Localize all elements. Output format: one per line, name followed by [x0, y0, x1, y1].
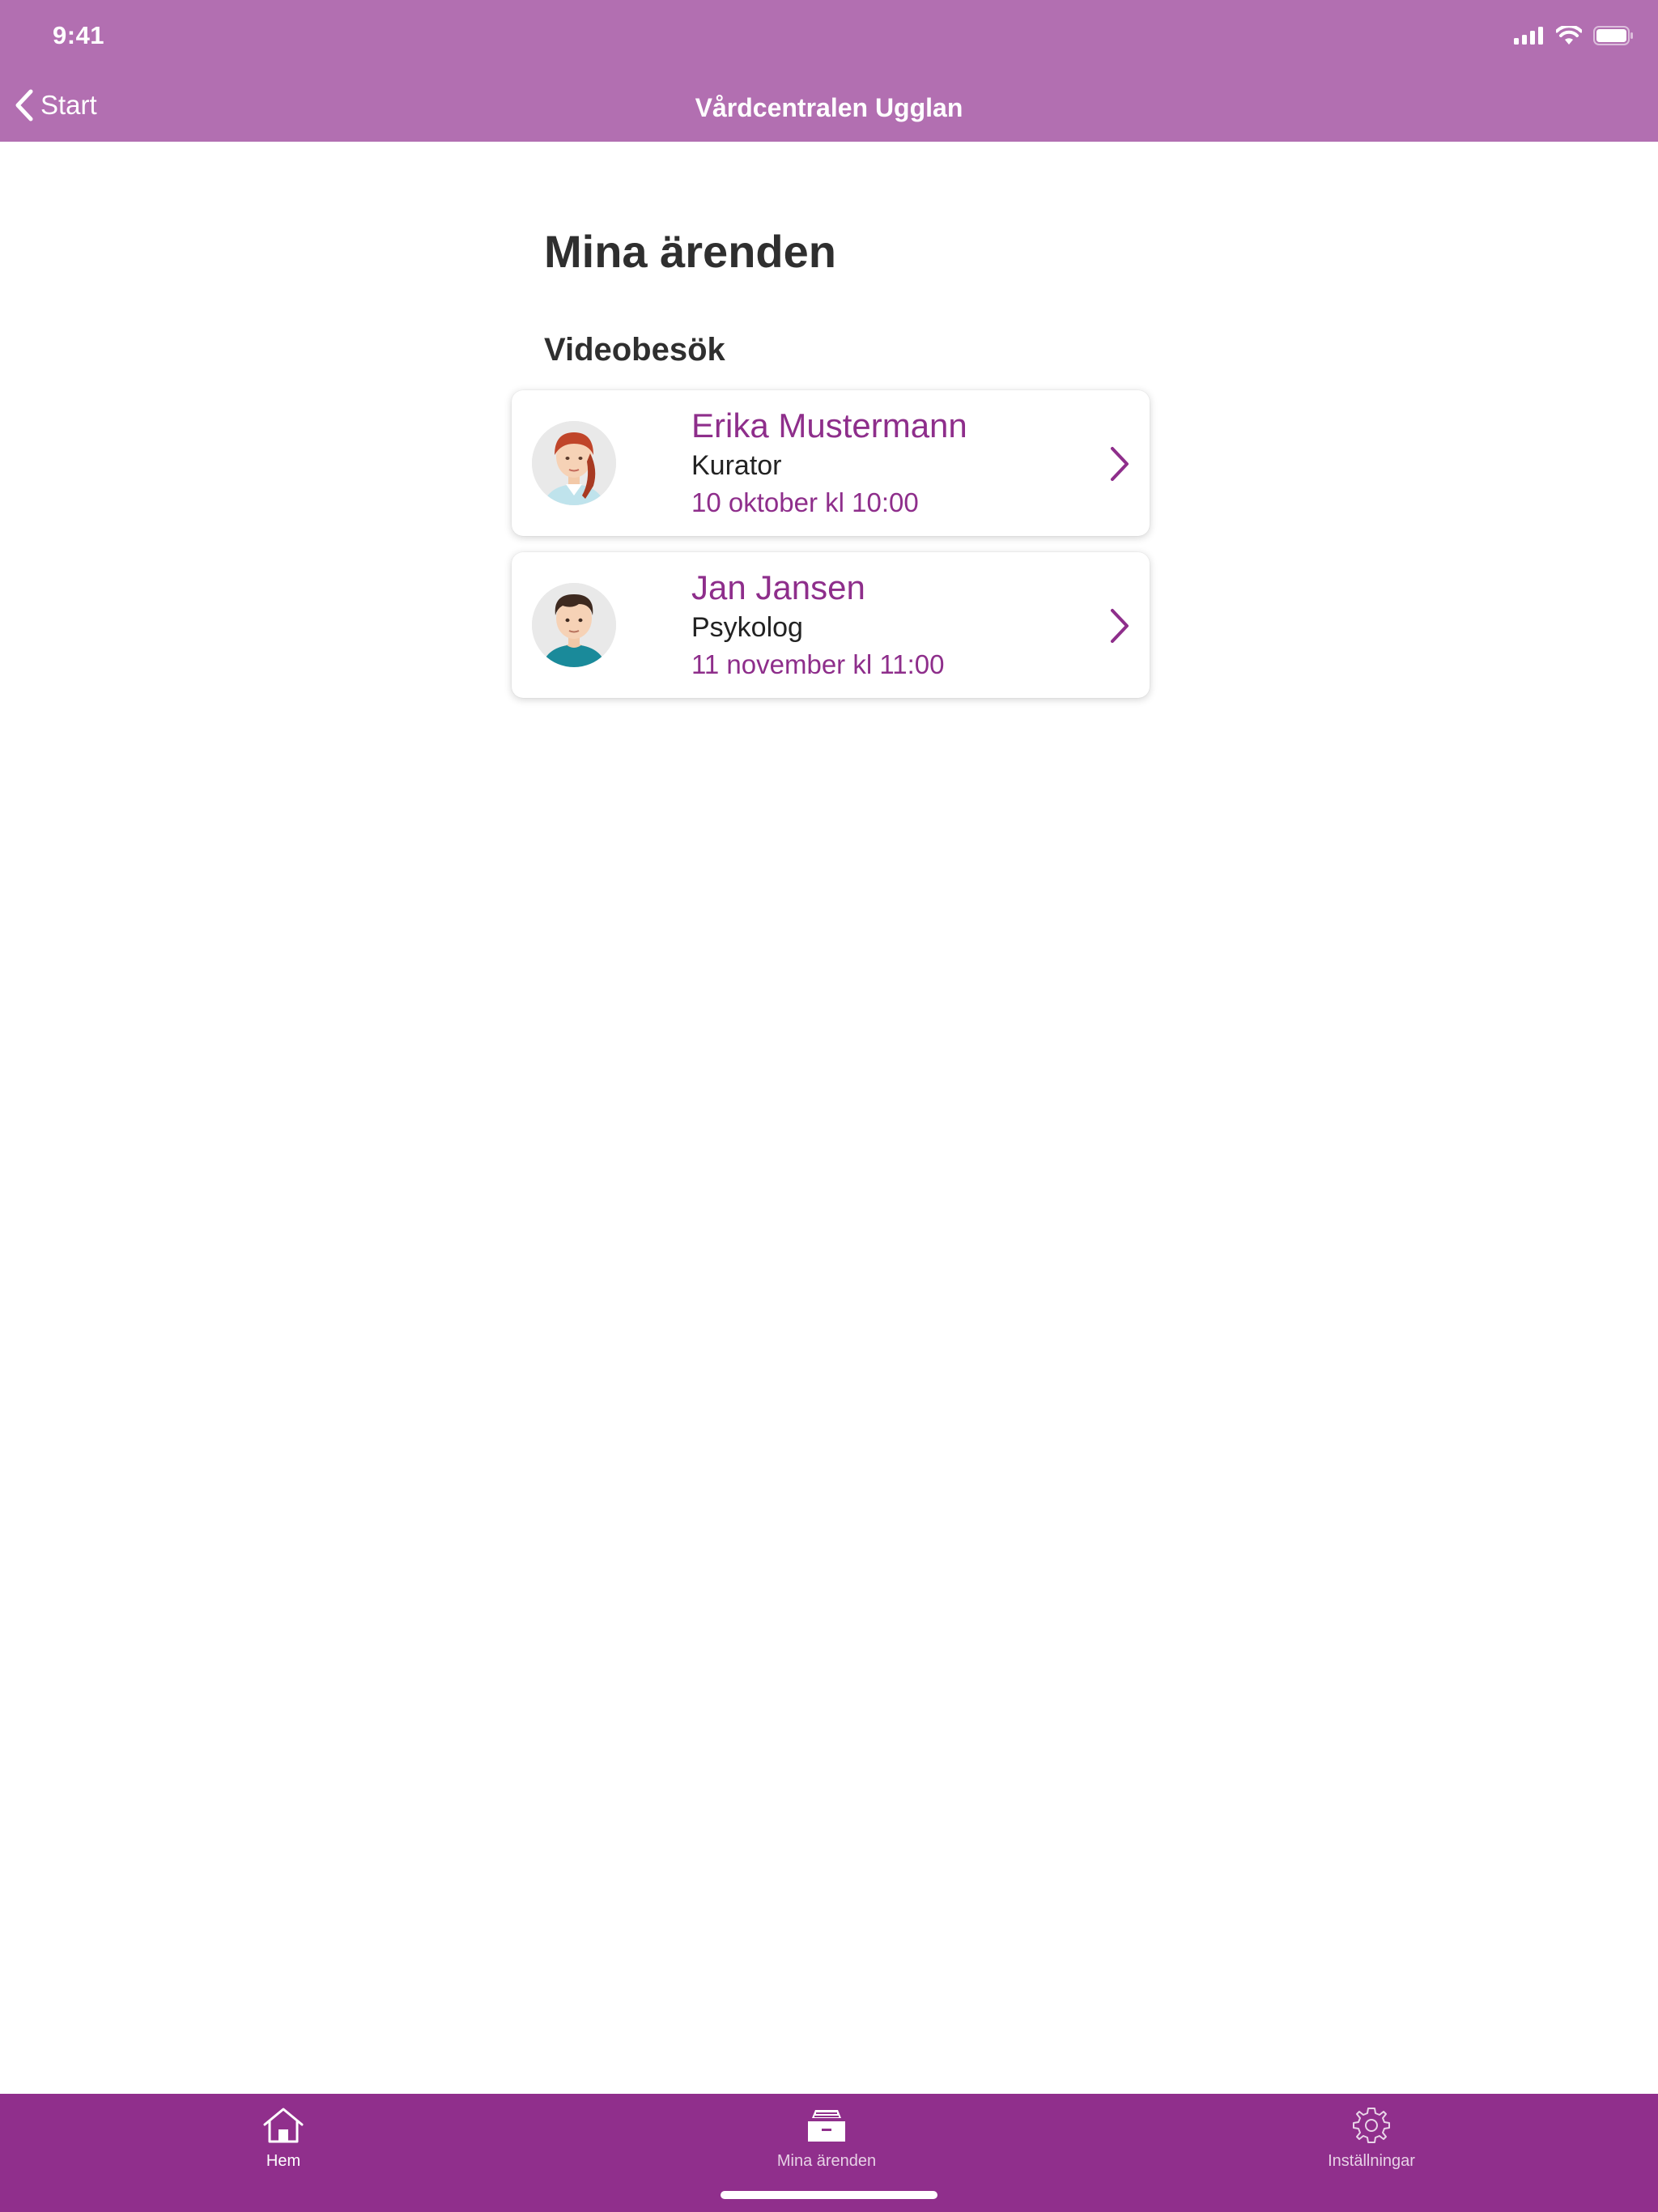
- appointment-card[interactable]: Jan Jansen Psykolog 11 november kl 11:00: [512, 552, 1150, 698]
- tab-home[interactable]: Hem: [162, 2107, 405, 2171]
- male-avatar-icon: [532, 583, 616, 667]
- home-icon: [263, 2108, 304, 2143]
- battery-icon: [1593, 26, 1633, 45]
- tab-mina-arenden[interactable]: Mina ärenden: [705, 2107, 948, 2171]
- appointment-time: 10 oktober kl 10:00: [691, 487, 919, 517]
- page-title: Mina ärenden: [544, 226, 836, 277]
- tab-home-label: Hem: [266, 2152, 301, 2170]
- status-icons: [1514, 26, 1634, 45]
- chevron-right-icon: [1111, 609, 1129, 643]
- status-time: 9:41: [53, 21, 105, 49]
- wifi-icon: [1556, 26, 1582, 45]
- appointment-card[interactable]: Erika Mustermann Kurator 10 oktober kl 1…: [512, 390, 1150, 536]
- inbox-tray-icon: [808, 2110, 845, 2142]
- home-indicator: [721, 2191, 937, 2199]
- appointment-time: 11 november kl 11:00: [691, 649, 945, 679]
- tab-installningar[interactable]: Inställningar: [1250, 2107, 1493, 2171]
- female-avatar-icon: [532, 421, 616, 505]
- nav-title: Vårdcentralen Ugglan: [695, 93, 963, 122]
- cellular-signal-icon: [1514, 27, 1543, 45]
- tab-mina-arenden-label: Mina ärenden: [776, 2152, 877, 2170]
- top-bar: 9:41 Start Vårdcentralen Ugglan: [0, 0, 1658, 142]
- tab-installningar-label: Inställningar: [1328, 2152, 1415, 2170]
- gear-icon: [1353, 2108, 1390, 2143]
- appointment-name: Erika Mustermann: [691, 406, 967, 445]
- chevron-right-icon: [1111, 447, 1129, 481]
- section-title: Videobesök: [544, 332, 725, 368]
- appointment-name: Jan Jansen: [691, 568, 865, 606]
- appointment-role: Kurator: [691, 450, 782, 481]
- appointment-role: Psykolog: [691, 612, 803, 643]
